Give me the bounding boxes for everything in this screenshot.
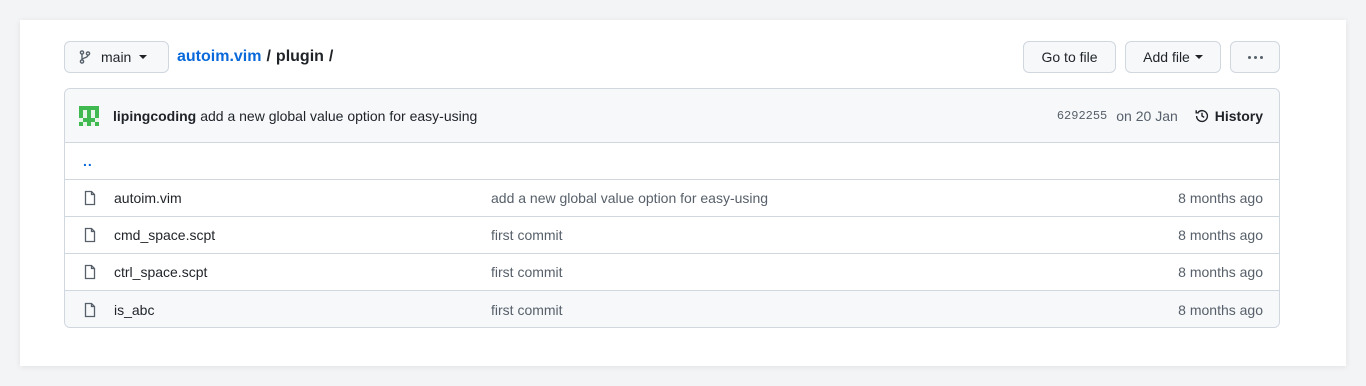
chevron-down-icon bbox=[1194, 55, 1203, 59]
breadcrumb-separator: / bbox=[328, 48, 334, 65]
file-commit-message[interactable]: first commit bbox=[491, 227, 1178, 243]
kebab-horizontal-icon bbox=[1247, 55, 1263, 59]
commit-author[interactable]: lipingcoding bbox=[113, 108, 196, 124]
file-browser-card: main autoim.vim / plugin / Go to file Ad… bbox=[20, 20, 1346, 366]
file-name[interactable]: cmd_space.scpt bbox=[114, 227, 491, 243]
file-name[interactable]: is_abc bbox=[114, 302, 491, 318]
table-row[interactable]: is_abc first commit 8 months ago bbox=[65, 291, 1279, 327]
file-age: 8 months ago bbox=[1178, 301, 1263, 318]
history-label: History bbox=[1214, 107, 1263, 124]
branch-select-button[interactable]: main bbox=[64, 41, 169, 73]
add-file-button[interactable]: Add file bbox=[1125, 41, 1221, 73]
more-options-button[interactable] bbox=[1230, 41, 1280, 73]
commit-sha[interactable]: 6292255 bbox=[1057, 109, 1107, 123]
file-icon bbox=[84, 190, 96, 206]
avatar[interactable] bbox=[79, 105, 99, 126]
branch-name: main bbox=[101, 49, 132, 65]
commit-date: on 20 Jan bbox=[1116, 107, 1178, 124]
breadcrumb-current-folder: plugin bbox=[275, 48, 324, 65]
git-branch-icon bbox=[79, 50, 91, 64]
history-icon bbox=[1195, 109, 1208, 122]
breadcrumb-repo-link[interactable]: autoim.vim bbox=[177, 48, 261, 66]
go-to-file-button[interactable]: Go to file bbox=[1023, 41, 1116, 73]
file-list: lipingcoding add a new global value opti… bbox=[64, 88, 1280, 328]
file-age: 8 months ago bbox=[1178, 227, 1263, 243]
file-name[interactable]: ctrl_space.scpt bbox=[114, 264, 491, 280]
latest-commit-bar: lipingcoding add a new global value opti… bbox=[65, 89, 1279, 143]
commit-message[interactable]: add a new global value option for easy-u… bbox=[200, 108, 477, 124]
file-age: 8 months ago bbox=[1178, 264, 1263, 280]
file-commit-message[interactable]: first commit bbox=[491, 264, 1178, 280]
history-link[interactable]: History bbox=[1194, 108, 1263, 124]
file-commit-message[interactable]: add a new global value option for easy-u… bbox=[491, 190, 1178, 206]
file-icon bbox=[84, 264, 96, 280]
breadcrumb: autoim.vim / plugin / bbox=[177, 48, 333, 66]
parent-directory-row[interactable]: .. bbox=[65, 143, 1279, 180]
file-name[interactable]: autoim.vim bbox=[114, 190, 491, 206]
file-icon bbox=[84, 302, 96, 317]
parent-directory-link[interactable]: .. bbox=[82, 153, 93, 169]
file-age: 8 months ago bbox=[1178, 190, 1263, 206]
file-commit-message[interactable]: first commit bbox=[491, 302, 1178, 318]
breadcrumb-separator: / bbox=[266, 48, 271, 65]
table-row[interactable]: cmd_space.scpt first commit 8 months ago bbox=[65, 217, 1279, 254]
chevron-down-icon bbox=[139, 55, 148, 59]
table-row[interactable]: autoim.vim add a new global value option… bbox=[65, 180, 1279, 217]
add-file-label: Add file bbox=[1143, 49, 1190, 65]
file-icon bbox=[84, 227, 96, 243]
repo-toolbar: main autoim.vim / plugin / Go to file Ad… bbox=[64, 41, 1280, 73]
table-row[interactable]: ctrl_space.scpt first commit 8 months ag… bbox=[65, 254, 1279, 291]
